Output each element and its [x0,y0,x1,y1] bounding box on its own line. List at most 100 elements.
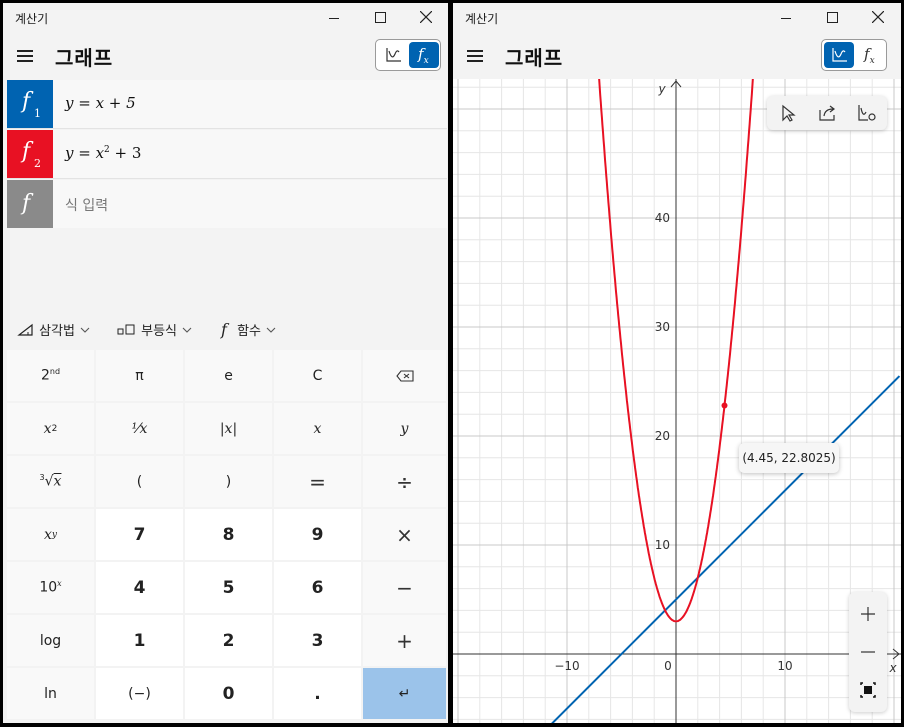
x-variable-button[interactable]: x [274,403,361,454]
absolute-value-button[interactable]: |x| [185,403,272,454]
share-button[interactable] [812,98,842,128]
x-tick-label: 10 [777,659,792,673]
digit-8-button[interactable]: 8 [185,509,272,560]
navigation-menu-button[interactable] [463,39,489,73]
function-badge-2[interactable]: f2 [7,130,53,178]
reset-view-button[interactable] [849,672,887,708]
chevron-down-icon [80,327,90,333]
enter-button[interactable]: ↵ [363,668,446,719]
equals-sign-button[interactable]: = [274,456,361,507]
chevron-down-icon [266,327,276,333]
y-variable-button[interactable]: y [363,403,446,454]
close-button[interactable] [855,3,901,33]
digit-5-button[interactable]: 5 [185,562,272,613]
function-input-row[interactable]: f 식 입력 [7,180,447,228]
y-tick-label: 10 [655,538,670,552]
digit-9-button[interactable]: 9 [274,509,361,560]
graph-icon [832,48,847,62]
maximize-button[interactable] [357,3,403,33]
function-view-button[interactable]: fx [855,42,885,68]
trace-button[interactable] [773,98,803,128]
trace-tooltip: (4.45, 22.8025) [739,443,839,473]
clear-button[interactable]: C [274,350,361,401]
trace-point [721,402,728,409]
digit-4-button[interactable]: 4 [96,562,183,613]
graph-view-button[interactable] [824,42,854,68]
graph-tools [767,96,887,130]
digit-3-button[interactable]: 3 [274,615,361,666]
page-title: 그래프 [505,46,564,70]
backspace-button[interactable] [363,350,446,401]
close-icon [872,11,884,23]
page-title: 그래프 [55,46,114,70]
cube-root-button[interactable]: 3√x [7,456,94,507]
maximize-button[interactable] [809,3,855,33]
digit-6-button[interactable]: 6 [274,562,361,613]
decimal-point-button[interactable]: . [274,668,361,719]
ten-power-button[interactable]: 10x [7,562,94,613]
ln-button[interactable]: ln [7,668,94,719]
graph-canvas[interactable]: 10 20 30 40 −10 0 10 y x [453,56,901,723]
power-button[interactable]: xy [7,509,94,560]
second-button[interactable]: 2nd [7,350,94,401]
minimize-button[interactable] [763,3,809,33]
y-tick-label: 30 [655,320,670,334]
negate-button[interactable]: (−) [96,668,183,719]
function-row-1[interactable]: f1 y = x + 5 [7,80,447,128]
function-dropdown[interactable]: f 함수 [221,320,277,342]
minus-icon [861,651,875,653]
open-paren-button[interactable]: ( [96,456,183,507]
title-bar: 계산기 [3,3,448,33]
inequality-dropdown[interactable]: 부등식 [117,320,193,342]
function-expression-2[interactable]: y = x2 + 3 [65,144,141,162]
digit-7-button[interactable]: 7 [96,509,183,560]
x-axis-label: x [888,661,897,675]
expression-input[interactable]: 식 입력 [65,195,108,215]
function-row-2[interactable]: f2 y = x2 + 3 [7,130,447,178]
multiply-button[interactable]: × [363,509,446,560]
fx-icon: fx [864,45,875,66]
reciprocal-button[interactable]: ¹⁄x [96,403,183,454]
view-toggle: fx [375,39,441,71]
inequality-icon [117,324,135,335]
digit-2-button[interactable]: 2 [185,615,272,666]
close-button[interactable] [403,3,448,33]
zoom-out-button[interactable] [849,634,887,670]
function-view-button[interactable]: fx [409,42,439,68]
subtract-button[interactable]: − [363,562,446,613]
function-expression-1[interactable]: y = x + 5 [65,94,136,112]
zoom-controls [849,592,887,712]
graph-settings-icon [858,105,876,121]
y-tick-label: 40 [655,211,670,225]
header: 그래프 fx [3,33,448,79]
x-tick-label: −10 [554,659,579,673]
zoom-in-button[interactable] [849,596,887,632]
digit-1-button[interactable]: 1 [96,615,183,666]
y-tick-label: 20 [655,429,670,443]
graph-view-button[interactable] [378,42,408,68]
keypad: 2nd π e C x2 ¹⁄x |x| x y 3√x ( ) = ÷ xy … [3,346,448,723]
chevron-down-icon [182,327,192,333]
graph-options-button[interactable] [851,98,881,128]
close-icon [420,11,432,23]
square-button[interactable]: x2 [7,403,94,454]
close-paren-button[interactable]: ) [185,456,272,507]
divide-button[interactable]: ÷ [363,456,446,507]
enter-icon: ↵ [398,685,411,702]
trigonometry-dropdown[interactable]: 삼각법 [17,320,91,342]
fit-view-icon [860,682,876,698]
cursor-icon [782,104,796,122]
e-button[interactable]: e [185,350,272,401]
graph-area[interactable]: 10 20 30 40 −10 0 10 y x (4.45, 22.8025) [453,56,901,723]
view-toggle: fx [821,39,887,71]
expression-toolbar: 삼각법 부등식 f 함수 [3,316,448,346]
digit-0-button[interactable]: 0 [185,668,272,719]
pi-button[interactable]: π [96,350,183,401]
add-button[interactable]: + [363,615,446,666]
navigation-menu-button[interactable] [13,39,39,73]
log-button[interactable]: log [7,615,94,666]
fx-icon: fx [418,45,429,66]
minimize-button[interactable] [311,3,357,33]
function-badge-1[interactable]: f1 [7,80,53,128]
title-bar: 계산기 [453,3,901,33]
